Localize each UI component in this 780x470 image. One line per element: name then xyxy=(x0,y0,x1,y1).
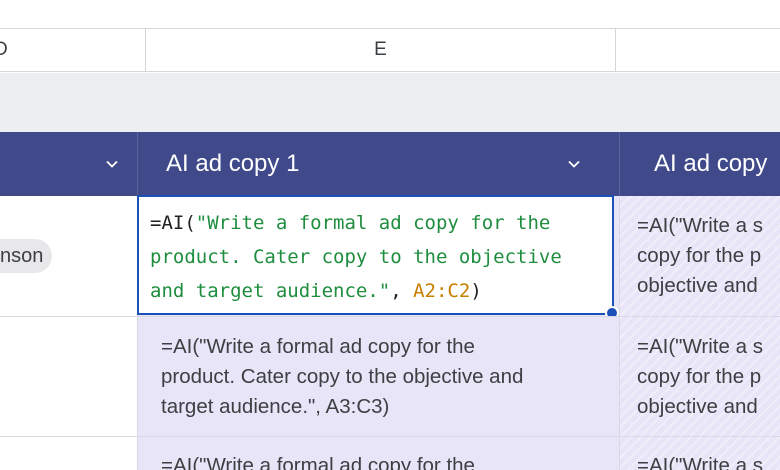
table-cell[interactable]: =AI("Write a s copy for the p objective … xyxy=(620,317,780,436)
table-cell[interactable]: nson xyxy=(0,196,137,316)
formula-string: and target audience." xyxy=(150,280,391,302)
column-label-d: D xyxy=(0,39,8,60)
formula-suffix: ) xyxy=(470,280,482,302)
chevron-down-icon[interactable] xyxy=(105,157,119,171)
column-header-d[interactable]: D xyxy=(0,28,145,72)
table-header-prev[interactable] xyxy=(0,132,137,196)
cell-text-line: =AI("Write a formal ad copy for the xyxy=(161,454,475,470)
table-cell[interactable]: =AI("Write a s xyxy=(620,437,780,470)
formula-prefix: =AI( xyxy=(150,212,196,234)
cell-text-line: copy for the p xyxy=(637,244,762,267)
cell-text-line: =AI("Write a s xyxy=(637,335,763,358)
table-cell[interactable]: =AI("Write a formal ad copy for the prod… xyxy=(138,317,619,436)
header-title: AI ad copy 1 xyxy=(166,150,300,177)
cell-text-line: =AI("Write a s xyxy=(637,454,763,470)
cell-text-line: objective and xyxy=(637,274,758,297)
person-chip-label: nson xyxy=(0,244,44,267)
formula-string: product. Cater copy to the objective xyxy=(150,246,562,268)
cell-formula-editor[interactable]: =AI("Write a formal ad copy for the prod… xyxy=(137,195,614,315)
table-cell[interactable]: =AI("Write a s copy for the p objective … xyxy=(620,196,780,316)
cell-text-line: =AI("Write a formal ad copy for the xyxy=(161,335,475,358)
table-header-ai-ad-copy-2[interactable]: AI ad copy xyxy=(620,132,780,196)
formula-range-ref: A2:C2 xyxy=(413,280,471,302)
formula-separator: , xyxy=(390,280,414,302)
chevron-down-icon[interactable] xyxy=(567,157,581,171)
table-cell[interactable] xyxy=(0,317,137,436)
frozen-band xyxy=(0,73,780,132)
column-header-f[interactable] xyxy=(616,28,780,72)
column-label-e: E xyxy=(374,39,387,60)
header-title: AI ad copy xyxy=(654,150,768,177)
cell-text-line: objective and xyxy=(637,395,758,418)
cell-text-line: target audience.", A3:C3) xyxy=(161,395,390,418)
formula-string: "Write a formal ad copy for the xyxy=(195,212,551,234)
person-chip[interactable]: nson xyxy=(0,239,52,273)
table-cell[interactable] xyxy=(0,437,137,470)
table-cell[interactable]: =AI("Write a formal ad copy for the xyxy=(138,437,619,470)
table-header-ai-ad-copy-1[interactable]: AI ad copy 1 xyxy=(138,132,619,196)
column-header-e[interactable]: E xyxy=(146,28,615,72)
cell-text-line: copy for the p xyxy=(637,365,762,388)
cell-text-line: =AI("Write a s xyxy=(637,214,763,237)
formula-text: =AI("Write a formal ad copy for the prod… xyxy=(150,206,602,308)
cell-text-line: product. Cater copy to the objective and xyxy=(161,365,524,388)
